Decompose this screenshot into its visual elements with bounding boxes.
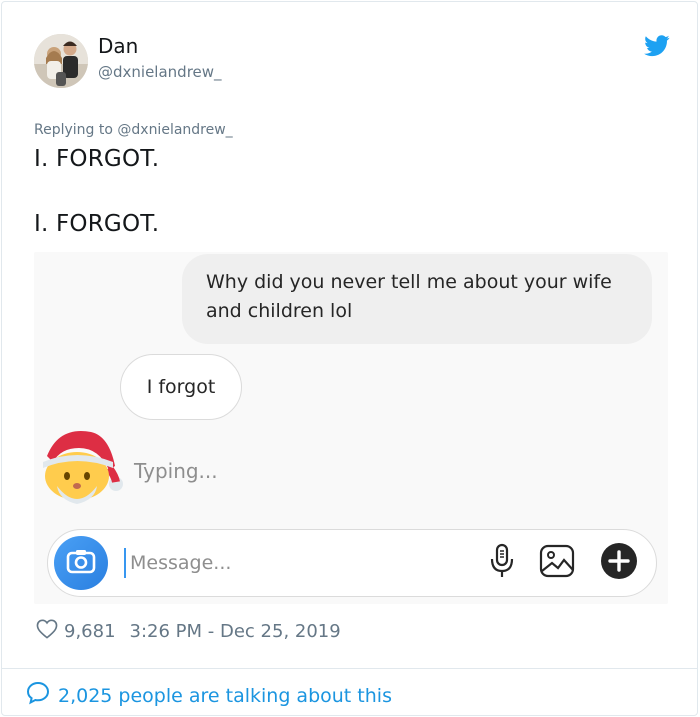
author-name[interactable]: Dan [98, 34, 138, 58]
tweet-text-line-2: I. FORGOT. [34, 211, 160, 237]
microphone-button[interactable] [483, 543, 521, 583]
replying-prefix: Replying to [34, 122, 113, 138]
replying-to: Replying to @dxnielandrew_ [34, 122, 233, 138]
speech-bubble-icon [26, 681, 50, 710]
image-icon [539, 544, 575, 582]
typing-indicator: Typing... [134, 459, 218, 483]
conversation-count-text[interactable]: 2,025 people are talking about this [58, 685, 392, 707]
outgoing-message-bubble: Why did you never tell me about your wif… [182, 254, 652, 344]
twitter-bird-icon[interactable] [644, 35, 670, 57]
tweet-meta: 9,681 3:26 PM - Dec 25, 2019 [36, 619, 341, 644]
tweet-timestamp[interactable]: 3:26 PM - Dec 25, 2019 [130, 621, 341, 642]
like-count[interactable]: 9,681 [64, 621, 116, 642]
footer-divider [2, 668, 697, 669]
tweet-embed-card: Dan @dxnielandrew_ Replying to @dxnielan… [1, 1, 698, 716]
message-composer [47, 529, 657, 597]
camera-icon [66, 548, 96, 578]
conversation-link[interactable]: 2,025 people are talking about this [26, 681, 392, 710]
gallery-button[interactable] [538, 544, 576, 582]
author-handle[interactable]: @dxnielandrew_ [98, 63, 222, 81]
chat-screenshot: Why did you never tell me about your wif… [34, 252, 668, 604]
camera-button[interactable] [54, 536, 108, 590]
plus-icon [600, 542, 638, 584]
tweet-text-line-1: I. FORGOT. [34, 146, 160, 172]
incoming-message-bubble: I forgot [120, 354, 242, 420]
add-button[interactable] [600, 542, 638, 584]
replying-handle-link[interactable]: @dxnielandrew_ [117, 122, 232, 138]
santa-emoji-avatar [39, 426, 123, 510]
author-avatar[interactable] [34, 34, 88, 88]
heart-icon[interactable] [36, 619, 58, 644]
message-input[interactable] [124, 548, 424, 578]
microphone-icon [489, 543, 515, 583]
